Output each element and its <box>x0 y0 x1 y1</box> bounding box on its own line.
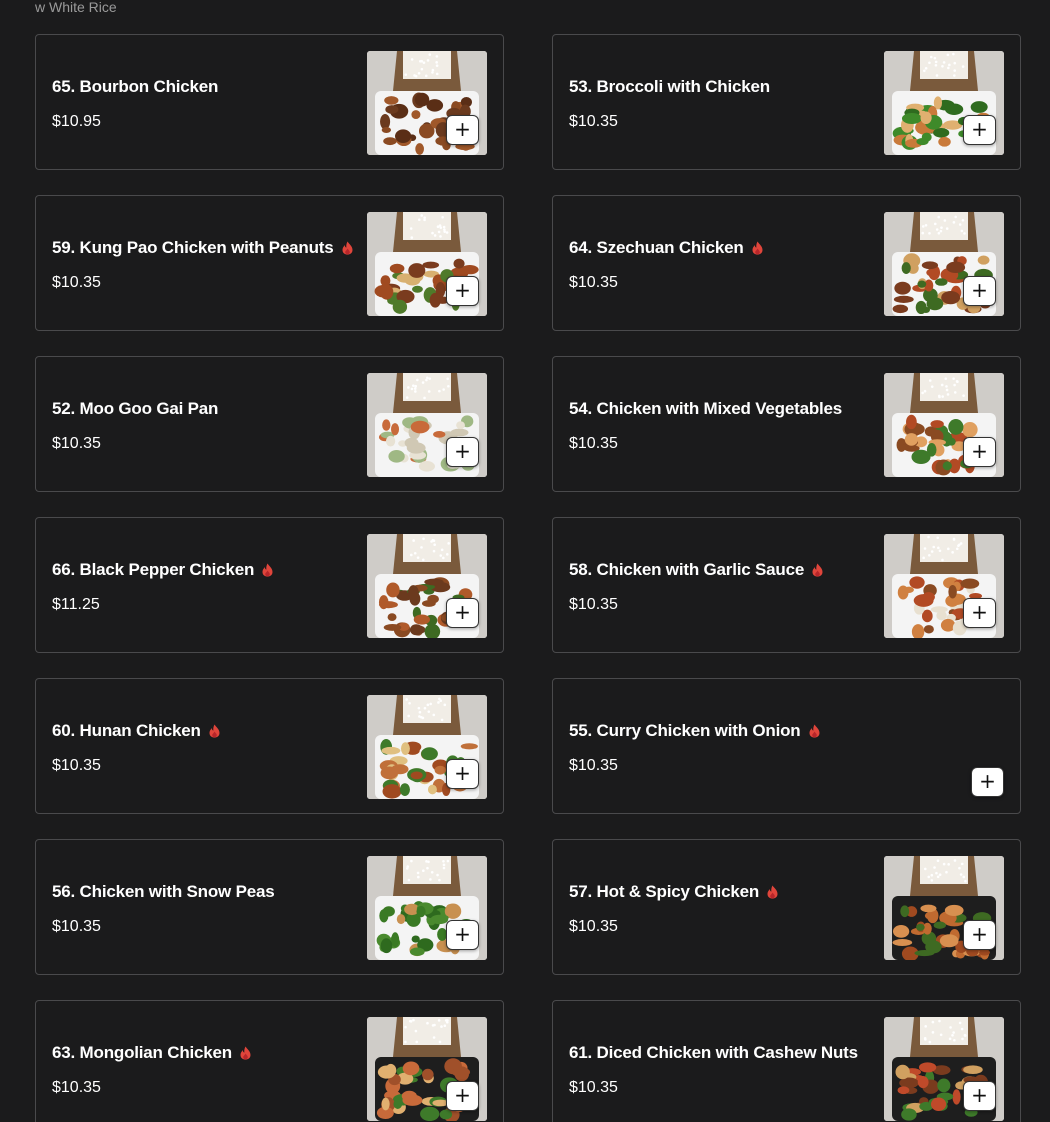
add-to-cart-button[interactable]: + <box>963 1081 996 1111</box>
spicy-icon <box>752 241 763 255</box>
add-to-cart-button[interactable]: + <box>446 1081 479 1111</box>
item-name: 56. Chicken with Snow Peas <box>52 882 275 901</box>
rice <box>920 534 968 562</box>
item-price: $10.35 <box>569 757 618 774</box>
menu-item-card[interactable]: 53. Broccoli with Chicken $10.35 + <box>552 34 1021 170</box>
item-price: $10.35 <box>569 435 618 452</box>
menu-item-card[interactable]: 63. Mongolian Chicken $10.35 + <box>35 1000 504 1122</box>
item-price: $10.35 <box>569 918 618 935</box>
spicy-icon <box>262 563 273 577</box>
menu-item-card[interactable]: 56. Chicken with Snow Peas $10.35 + <box>35 839 504 975</box>
spicy-icon <box>809 724 819 738</box>
menu-item-card[interactable]: 57. Hot & Spicy Chicken $10.35 + <box>552 839 1021 975</box>
add-to-cart-button[interactable]: + <box>446 115 479 145</box>
item-price: $10.35 <box>52 918 101 935</box>
item-name: 54. Chicken with Mixed Vegetables <box>569 399 843 418</box>
item-name: 58. Chicken with Garlic Sauce <box>569 560 823 580</box>
item-price: $10.35 <box>569 274 618 291</box>
add-to-cart-button[interactable]: + <box>971 767 1004 797</box>
menu-item-card[interactable]: 60. Hunan Chicken $10.35 + <box>35 678 504 814</box>
spicy-icon <box>240 1046 251 1060</box>
add-to-cart-button[interactable]: + <box>446 759 479 789</box>
add-to-cart-button[interactable]: + <box>446 598 479 628</box>
item-name: 55. Curry Chicken with Onion <box>569 721 820 741</box>
rice <box>403 695 451 723</box>
rice <box>920 212 968 240</box>
item-name: 57. Hot & Spicy Chicken <box>569 882 778 902</box>
menu-item-card[interactable]: 52. Moo Goo Gai Pan $10.35 + <box>35 356 504 492</box>
rice <box>920 1017 968 1045</box>
menu-item-card[interactable]: 61. Diced Chicken with Cashew Nuts $10.35… <box>552 1000 1021 1122</box>
menu-item-card[interactable]: 55. Curry Chicken with Onion $10.35 + <box>552 678 1021 814</box>
spicy-icon <box>812 563 823 577</box>
menu-item-card[interactable]: 54. Chicken with Mixed Vegetables $10.35 + <box>552 356 1021 492</box>
add-to-cart-button[interactable]: + <box>446 920 479 950</box>
item-price: $10.35 <box>52 435 101 452</box>
item-price: $10.35 <box>569 596 618 613</box>
add-to-cart-button[interactable]: + <box>963 598 996 628</box>
item-name: 59. Kung Pao Chicken with Peanuts <box>52 238 353 258</box>
add-to-cart-button[interactable]: + <box>446 276 479 306</box>
menu-page: w White Rice 65. Bourbon Chicken $10.95 + … <box>0 0 1050 1122</box>
add-to-cart-button[interactable]: + <box>963 920 996 950</box>
add-to-cart-button[interactable]: + <box>963 115 996 145</box>
item-name: 60. Hunan Chicken <box>52 721 220 741</box>
item-name: 53. Broccoli with Chicken <box>569 77 770 96</box>
spicy-icon <box>342 241 353 255</box>
menu-item-card[interactable]: 59. Kung Pao Chicken with Peanuts $10.35 + <box>35 195 504 331</box>
item-name: 61. Diced Chicken with Cashew Nuts <box>569 1043 858 1062</box>
item-price: $10.95 <box>52 113 101 130</box>
rice <box>920 373 968 401</box>
menu-item-card[interactable]: 58. Chicken with Garlic Sauce $10.35 + <box>552 517 1021 653</box>
item-price: $10.35 <box>52 1079 101 1096</box>
item-price: $10.35 <box>569 113 618 130</box>
spicy-icon <box>767 885 778 899</box>
menu-item-card[interactable]: 64. Szechuan Chicken $10.35 + <box>552 195 1021 331</box>
add-to-cart-button[interactable]: + <box>963 276 996 306</box>
item-name: 64. Szechuan Chicken <box>569 238 763 258</box>
item-price: $11.25 <box>52 596 100 613</box>
item-name: 66. Black Pepper Chicken <box>52 560 273 580</box>
item-price: $10.35 <box>569 1079 618 1096</box>
menu-item-card[interactable]: 65. Bourbon Chicken $10.95 + <box>35 34 504 170</box>
rice <box>920 856 968 884</box>
item-name: 63. Mongolian Chicken <box>52 1043 251 1063</box>
add-to-cart-button[interactable]: + <box>446 437 479 467</box>
item-price: $10.35 <box>52 274 101 291</box>
menu-item-card[interactable]: 66. Black Pepper Chicken $11.25 + <box>35 517 504 653</box>
spicy-icon <box>209 724 220 738</box>
section-note: w White Rice <box>35 0 117 15</box>
rice <box>920 51 968 79</box>
menu-grid: 65. Bourbon Chicken $10.95 + 53. Broccoli … <box>35 34 1021 1122</box>
add-to-cart-button[interactable]: + <box>963 437 996 467</box>
item-name: 52. Moo Goo Gai Pan <box>52 399 219 418</box>
item-price: $10.35 <box>52 757 101 774</box>
item-name: 65. Bourbon Chicken <box>52 77 219 96</box>
